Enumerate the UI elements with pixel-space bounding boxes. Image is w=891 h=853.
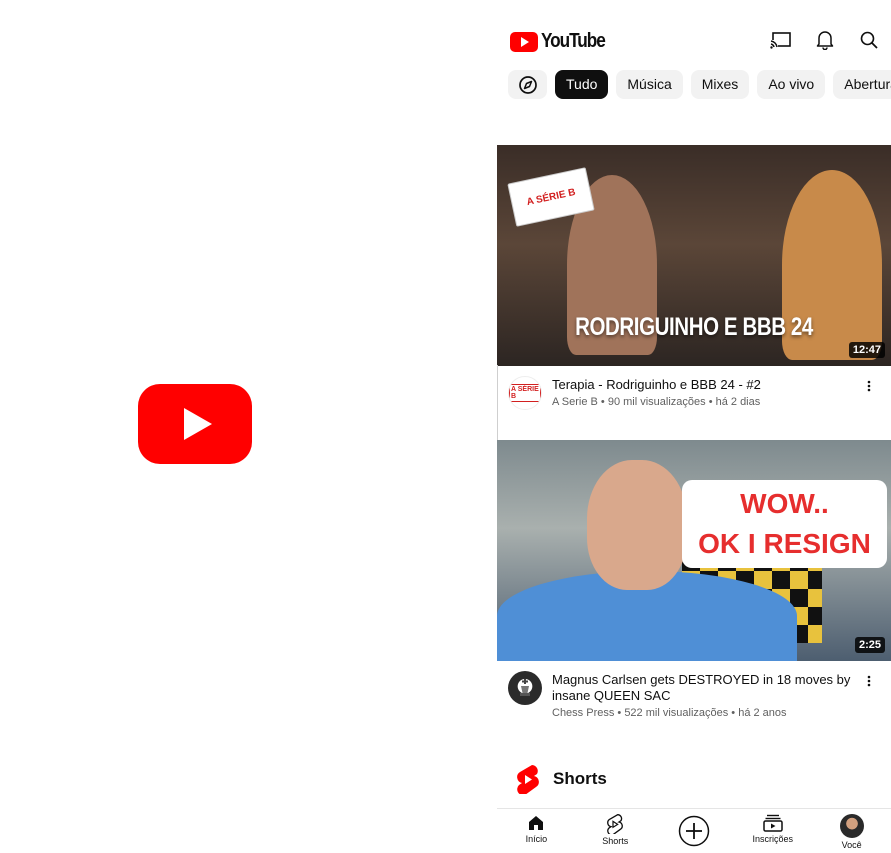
shorts-title: Shorts: [553, 769, 607, 788]
nav-shorts-label: Shorts: [602, 836, 629, 846]
video-menu-button[interactable]: [863, 673, 875, 689]
video-subtitle: Chess Press • 522 mil visualizações • há…: [552, 707, 787, 719]
filter-chips: Tudo Música Mixes Ao vivo Aberturas: [508, 70, 891, 99]
nav-home[interactable]: Início: [497, 809, 576, 853]
nav-create[interactable]: [655, 809, 734, 853]
edge-line: [497, 365, 498, 440]
chip-ao-vivo[interactable]: Ao vivo: [757, 70, 826, 99]
more-vert-icon: [867, 675, 871, 687]
more-vert-icon: [867, 380, 871, 392]
video-title[interactable]: Terapia - Rodriguinho e BBB 24 - #2: [552, 377, 852, 393]
notifications-button[interactable]: [803, 28, 847, 52]
thumbnail-overlay-line2: OK I RESIGN: [698, 528, 871, 559]
video-menu-button[interactable]: [863, 378, 875, 394]
search-button[interactable]: [847, 28, 891, 52]
compass-icon: [518, 75, 537, 94]
shorts-logo-icon: [517, 765, 539, 794]
chess-king-icon: [520, 679, 530, 696]
nav-subscriptions[interactable]: Inscrições: [733, 809, 812, 853]
video-thumbnail[interactable]: WOW.. OK I RESIGN 2:25: [497, 440, 891, 661]
add-icon: [678, 815, 710, 847]
bell-icon: [816, 31, 834, 50]
screen: YouTube Tudo Música Mixes Ao vivo Abertu…: [0, 0, 891, 853]
channel-avatar-label: A SÉRIE B: [509, 384, 541, 402]
nav-you-label: Você: [841, 840, 862, 850]
chip-aberturas[interactable]: Aberturas: [833, 70, 891, 99]
youtube-app: YouTube Tudo Música Mixes Ao vivo Abertu…: [497, 0, 891, 853]
chip-tudo[interactable]: Tudo: [555, 70, 609, 99]
youtube-logo-icon: [510, 31, 538, 52]
video-subtitle: A Serie B • 90 mil visualizações • há 2 …: [552, 396, 761, 408]
chip-musica[interactable]: Música: [616, 70, 683, 99]
nav-you[interactable]: Você: [812, 809, 891, 853]
thumbnail-overlay: WOW.. OK I RESIGN: [682, 480, 887, 568]
youtube-logo[interactable]: YouTube: [510, 30, 615, 53]
nav-shorts[interactable]: Shorts: [576, 809, 655, 853]
channel-avatar[interactable]: [508, 671, 542, 705]
video-duration: 2:25: [854, 637, 885, 653]
channel-avatar[interactable]: A SÉRIE B: [508, 376, 542, 410]
top-actions: [759, 28, 891, 52]
shorts-section-header: Shorts: [515, 764, 607, 794]
chip-mixes[interactable]: Mixes: [690, 70, 750, 99]
nav-subscriptions-label: Inscrições: [752, 834, 794, 844]
cast-button[interactable]: [759, 28, 803, 52]
subscriptions-icon: [763, 814, 783, 832]
brand-name: YouTube: [541, 30, 606, 52]
nav-home-label: Início: [525, 834, 548, 844]
explore-chip[interactable]: [508, 70, 547, 99]
avatar: [839, 814, 864, 838]
video-duration: 12:47: [848, 342, 885, 358]
search-icon: [860, 31, 878, 49]
shorts-icon: [607, 814, 624, 834]
bottom-navigation: Início Shorts Inscrições Você: [497, 809, 891, 853]
video-title[interactable]: Magnus Carlsen gets DESTROYED in 18 move…: [552, 672, 852, 704]
video-thumbnail[interactable]: A SÉRIE B RODRIGUINHO E BBB 24 12:47: [497, 145, 891, 366]
youtube-splash-logo-icon: [138, 384, 252, 464]
thumbnail-overlay-line1: WOW..: [740, 488, 829, 519]
home-icon: [529, 816, 544, 830]
thumbnail-caption: RODRIGUINHO E BBB 24: [575, 313, 813, 341]
cast-icon: [770, 32, 791, 50]
thumbnail-face: [587, 460, 687, 590]
top-bar: YouTube: [497, 20, 891, 60]
